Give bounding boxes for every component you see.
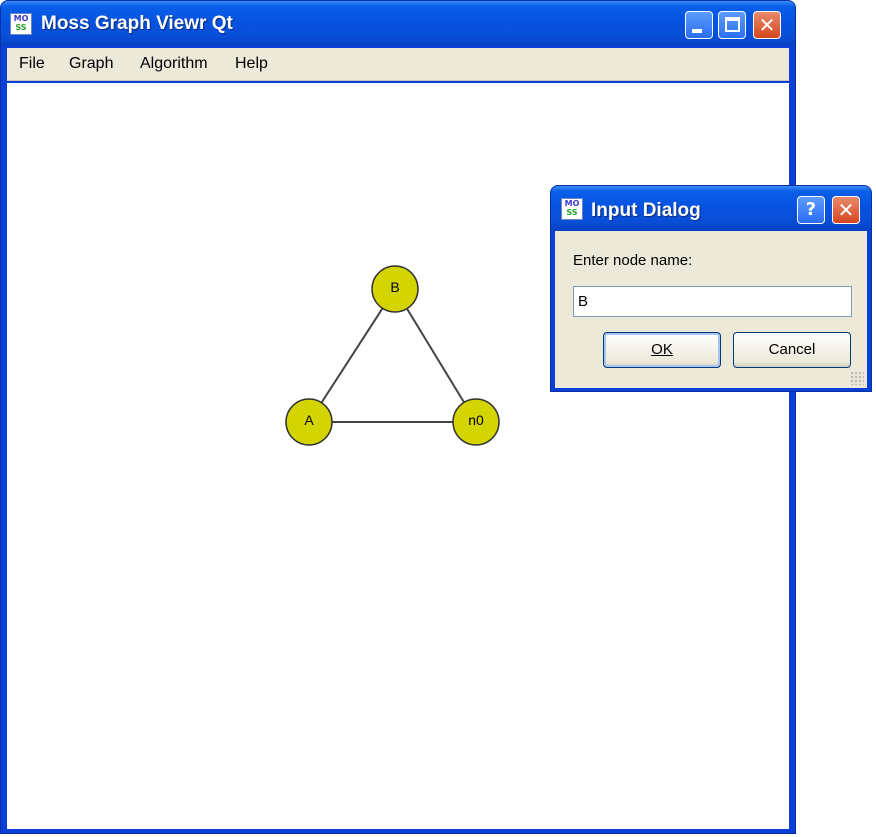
node-label-a: A xyxy=(304,412,314,428)
app-icon[interactable]: MO SS xyxy=(10,13,32,35)
edge-b-a xyxy=(308,288,396,423)
maximize-button[interactable] xyxy=(718,11,746,39)
cancel-button[interactable]: Cancel xyxy=(733,332,851,368)
close-icon: ✕ xyxy=(758,13,776,37)
title-bar[interactable]: MO SS Moss Graph Viewr Qt ✕ xyxy=(1,1,795,46)
ok-button-label: OK xyxy=(651,341,673,358)
dialog-close-button[interactable]: ✕ xyxy=(832,196,860,224)
menu-help[interactable]: Help xyxy=(235,55,268,73)
close-button[interactable]: ✕ xyxy=(753,11,781,39)
menu-graph[interactable]: Graph xyxy=(69,55,113,73)
minimize-button[interactable] xyxy=(685,11,713,39)
node-label-n0: n0 xyxy=(468,412,484,428)
dialog-help-button[interactable]: ? xyxy=(797,196,825,224)
node-name-input[interactable]: B xyxy=(573,286,852,317)
input-dialog: MO SS Input Dialog ? ✕ Enter node name: B… xyxy=(550,185,872,392)
resize-grip[interactable] xyxy=(850,371,864,385)
minimize-icon xyxy=(692,29,702,33)
menu-file[interactable]: File xyxy=(19,55,45,73)
menu-algorithm[interactable]: Algorithm xyxy=(140,55,208,73)
menu-bar: File Graph Algorithm Help xyxy=(7,48,789,81)
dialog-title: Input Dialog xyxy=(591,200,701,221)
help-icon: ? xyxy=(805,199,817,220)
dialog-app-icon: MO SS xyxy=(561,198,583,220)
close-icon: ✕ xyxy=(837,198,855,222)
maximize-icon xyxy=(725,17,740,32)
ok-button[interactable]: OK xyxy=(603,332,721,368)
window-title: Moss Graph Viewr Qt xyxy=(41,13,233,34)
node-name-prompt: Enter node name: xyxy=(573,252,693,269)
main-window: MO SS Moss Graph Viewr Qt ✕ File Graph Al… xyxy=(0,0,796,834)
cancel-button-label: Cancel xyxy=(768,341,816,358)
dialog-title-bar[interactable]: MO SS Input Dialog ? ✕ xyxy=(551,186,871,231)
dialog-body: Enter node name: B OK Cancel xyxy=(555,231,867,388)
node-label-b: B xyxy=(390,279,400,295)
